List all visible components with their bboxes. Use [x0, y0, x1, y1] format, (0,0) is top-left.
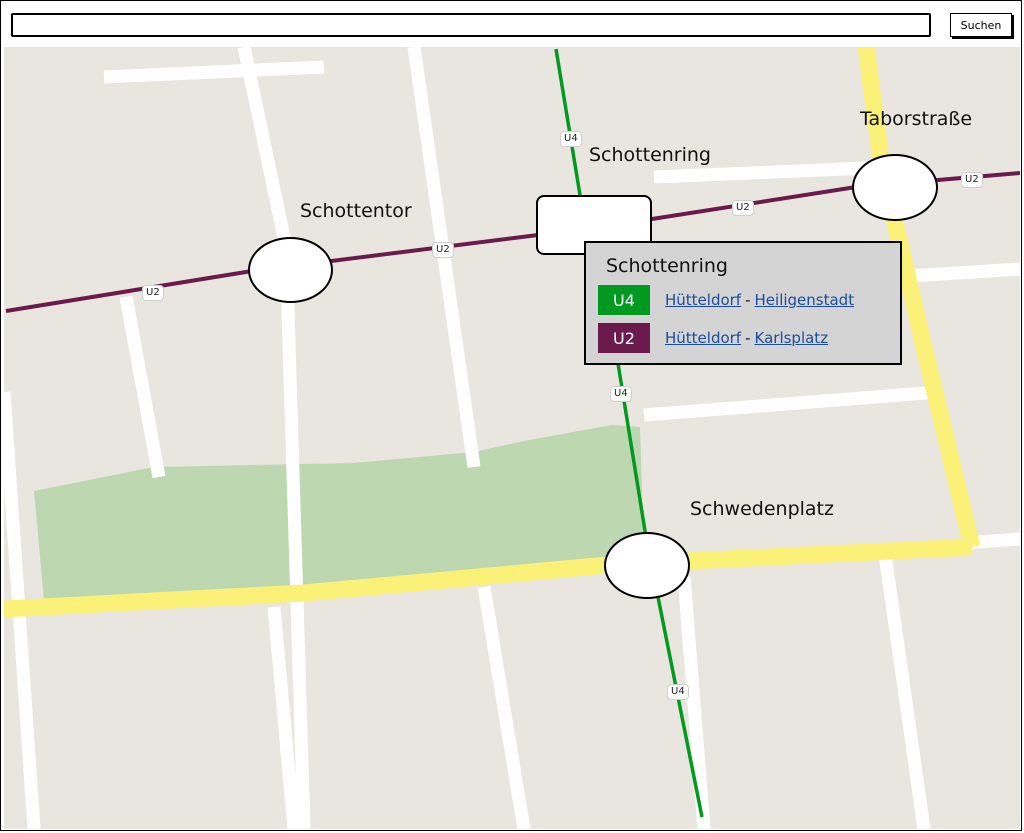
station-info-popup: Schottenring U4 Hütteldorf - Heiligenstadt… [584, 241, 902, 365]
route-row-u4: U4 Hütteldorf - Heiligenstadt [598, 285, 854, 315]
station-marker-schwedenplatz[interactable] [604, 532, 690, 599]
search-button[interactable]: Suchen [950, 13, 1012, 37]
popup-title: Schottenring [606, 255, 728, 277]
search-input[interactable] [11, 13, 931, 37]
route-link-karlsplatz[interactable]: Karlsplatz [755, 329, 829, 347]
route-separator: - [745, 329, 751, 347]
u2-line-label: U2 [432, 242, 454, 258]
station-label-schwedenplatz: Schwedenplatz [690, 498, 834, 520]
station-marker-taborstrasse[interactable] [852, 154, 938, 221]
u4-line-label: U4 [667, 684, 689, 700]
u4-line-label: U4 [560, 131, 582, 147]
map-view[interactable]: U2 U2 U2 U2 U4 U4 U4 Schottentor Schotte… [4, 47, 1020, 829]
u2-line-label: U2 [142, 285, 164, 301]
route-separator: - [745, 291, 751, 309]
route-row-u2: U2 Hütteldorf - Karlsplatz [598, 323, 828, 353]
station-label-taborstrasse: Taborstraße [860, 108, 973, 130]
app-window: Suchen U2 U2 U2 U2 U4 U4 U4 Schottentor … [0, 0, 1022, 831]
u4-line-label: U4 [610, 386, 632, 402]
station-label-schottenring: Schottenring [589, 144, 711, 166]
u2-line-badge: U2 [598, 323, 650, 353]
station-label-schottentor: Schottentor [300, 200, 412, 222]
u2-line-label: U2 [961, 172, 983, 188]
route-text: Hütteldorf - Karlsplatz [665, 329, 828, 347]
route-link-heiligenstadt[interactable]: Heiligenstadt [755, 291, 855, 309]
route-text: Hütteldorf - Heiligenstadt [665, 291, 854, 309]
station-marker-schottentor[interactable] [248, 237, 333, 303]
u2-line-label: U2 [732, 200, 754, 216]
u4-line-badge: U4 [598, 285, 650, 315]
route-link-huetteldorf[interactable]: Hütteldorf [665, 329, 741, 347]
route-link-huetteldorf[interactable]: Hütteldorf [665, 291, 741, 309]
